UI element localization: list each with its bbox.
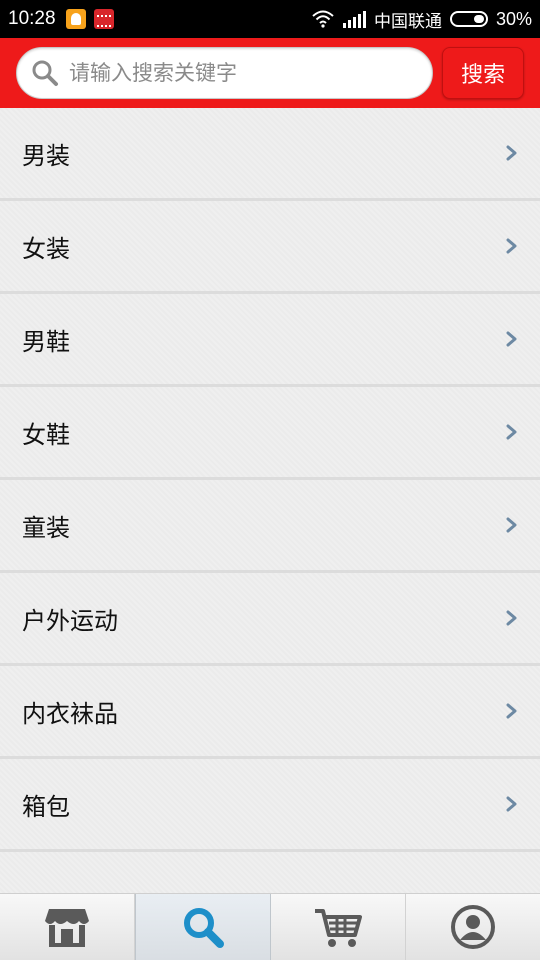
category-label: 童装 <box>22 513 70 542</box>
app-notification-icon <box>93 9 114 29</box>
status-time: 10:28 <box>8 8 56 29</box>
battery-icon <box>449 11 488 27</box>
search-box[interactable] <box>16 47 434 99</box>
category-label: 女鞋 <box>22 420 70 449</box>
chevron-right-icon <box>506 424 517 440</box>
cart-icon <box>315 909 362 947</box>
category-list: 男装 女装 男鞋 女鞋 童装 户外运动 内衣袜品 箱包 <box>0 108 540 893</box>
nav-search[interactable] <box>135 894 271 960</box>
category-item-kids-clothing[interactable]: 童装 <box>0 480 540 573</box>
status-bar: 10:28 中国联通 30% <box>0 0 540 38</box>
category-label: 内衣袜品 <box>22 699 118 728</box>
qq-notification-icon <box>65 9 86 29</box>
category-item-mens-shoes[interactable]: 男鞋 <box>0 294 540 387</box>
search-input[interactable] <box>69 61 409 85</box>
category-item-womens-clothing[interactable]: 女装 <box>0 201 540 294</box>
category-item-outdoor-sports[interactable]: 户外运动 <box>0 573 540 666</box>
category-label: 箱包 <box>22 792 70 821</box>
category-label: 户外运动 <box>22 606 118 635</box>
nav-home[interactable] <box>0 894 135 960</box>
chevron-right-icon <box>506 145 517 161</box>
chevron-right-icon <box>506 610 517 626</box>
store-icon <box>45 909 89 947</box>
signal-icon <box>342 11 366 28</box>
wifi-icon <box>312 10 334 28</box>
category-item-mens-clothing[interactable]: 男装 <box>0 108 540 201</box>
chevron-right-icon <box>506 238 517 254</box>
chevron-right-icon <box>506 517 517 533</box>
category-label: 男装 <box>22 141 70 170</box>
chevron-right-icon <box>506 796 517 812</box>
search-button[interactable]: 搜索 <box>442 47 524 99</box>
category-item-bags[interactable]: 箱包 <box>0 759 540 852</box>
bottom-nav <box>0 893 540 960</box>
user-icon <box>451 905 495 949</box>
category-label: 女装 <box>22 234 70 263</box>
battery-percent: 30% <box>495 8 532 29</box>
carrier-name: 中国联通 <box>373 11 442 32</box>
chevron-right-icon <box>506 703 517 719</box>
search-header: 搜索 <box>0 38 540 108</box>
category-item-underwear-socks[interactable]: 内衣袜品 <box>0 666 540 759</box>
chevron-right-icon <box>506 331 517 347</box>
nav-profile[interactable] <box>406 894 540 960</box>
category-item-womens-shoes[interactable]: 女鞋 <box>0 387 540 480</box>
search-icon <box>184 908 224 948</box>
search-icon <box>32 60 58 86</box>
category-label: 男鞋 <box>22 327 70 356</box>
status-right: 中国联通 30% <box>312 7 532 32</box>
nav-cart[interactable] <box>271 894 406 960</box>
